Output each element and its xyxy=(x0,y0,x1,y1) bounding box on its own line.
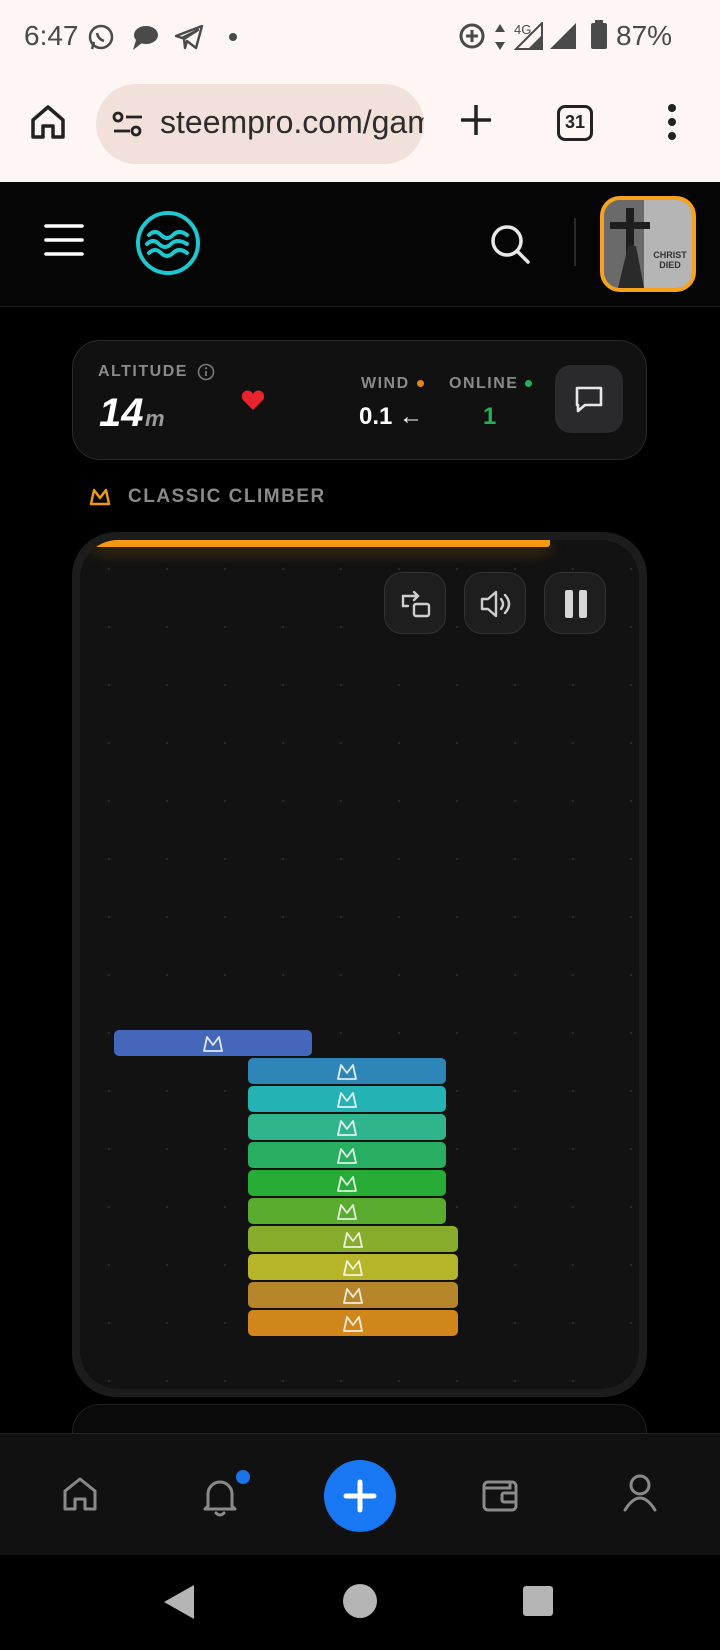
nav-home-icon[interactable] xyxy=(60,1474,100,1514)
whatsapp-icon xyxy=(88,24,114,50)
online-indicator-dot xyxy=(525,380,533,388)
status-bar: 6:47 4G 87% xyxy=(0,0,720,72)
game-board[interactable] xyxy=(72,532,647,1397)
home-circle-icon[interactable] xyxy=(342,1583,378,1619)
online-label: ONLINE xyxy=(449,375,519,392)
mountain-icon xyxy=(337,1064,357,1080)
chat-button[interactable] xyxy=(555,365,623,433)
mountain-icon xyxy=(337,1204,357,1220)
more-options-icon[interactable] xyxy=(662,102,682,142)
game-mode-title: CLASSIC CLIMBER xyxy=(128,486,326,507)
online-value: 1 xyxy=(483,403,497,430)
data-arrows-icon xyxy=(495,24,505,50)
header-divider xyxy=(574,218,576,266)
altitude-unit: m xyxy=(145,406,165,431)
menu-icon[interactable] xyxy=(44,222,84,258)
wind-indicator-dot xyxy=(416,380,424,388)
altitude-progress-bar xyxy=(94,540,550,547)
home-icon[interactable] xyxy=(28,102,68,142)
tune-icon[interactable] xyxy=(112,110,144,138)
altitude-value: 14 xyxy=(99,391,144,435)
stack-block xyxy=(248,1114,446,1140)
status-time: 6:47 xyxy=(24,20,79,51)
volume-icon xyxy=(480,590,511,618)
online-label-wrap: ONLINE xyxy=(449,375,533,393)
wind-value: 0.1 ← xyxy=(359,403,424,430)
stack-block xyxy=(248,1282,458,1308)
wallet-icon[interactable] xyxy=(480,1474,520,1514)
pause-icon xyxy=(565,590,587,618)
browser-toolbar: steempro.com/games/climber 31 xyxy=(0,72,720,182)
stack-block xyxy=(248,1170,446,1196)
mountain-icon xyxy=(89,488,111,506)
telegram-icon xyxy=(174,24,204,50)
avatar[interactable]: CHRIST DIED xyxy=(600,196,696,292)
url-bar[interactable]: steempro.com/games/climber xyxy=(96,84,424,164)
stack-block xyxy=(248,1254,458,1280)
stats-card: ALTITUDE 14 m WIND 0.1 ← ONLINE 1 xyxy=(72,340,647,460)
user-icon[interactable] xyxy=(620,1472,660,1514)
mountain-icon xyxy=(337,1092,357,1108)
data-saver-icon xyxy=(459,23,485,49)
pause-button[interactable] xyxy=(544,572,606,634)
stack-block xyxy=(248,1226,458,1252)
chat-icon xyxy=(575,386,603,413)
bell-icon[interactable] xyxy=(200,1474,240,1518)
wind-label-wrap: WIND xyxy=(361,375,424,393)
signal-icon-2 xyxy=(550,23,576,49)
plus-icon xyxy=(343,1479,377,1513)
mountain-icon xyxy=(337,1120,357,1136)
altitude-label: ALTITUDE xyxy=(98,363,188,380)
stack-block xyxy=(248,1198,446,1224)
wave-logo-icon[interactable] xyxy=(135,210,201,276)
mountain-icon xyxy=(343,1260,363,1276)
signal-icon-1 xyxy=(514,22,543,50)
url-text: steempro.com/games/climber xyxy=(160,104,424,140)
stack-block xyxy=(248,1058,446,1084)
mountain-icon xyxy=(343,1232,363,1248)
mountain-icon xyxy=(337,1148,357,1164)
volume-button[interactable] xyxy=(464,572,526,634)
chat-bubbles-icon xyxy=(133,26,158,50)
tab-switcher-button[interactable]: 31 xyxy=(557,105,593,141)
swap-button[interactable] xyxy=(384,572,446,634)
new-tab-icon[interactable] xyxy=(458,102,494,138)
stack-block xyxy=(114,1030,312,1056)
system-navigation-bar xyxy=(0,1555,720,1650)
more-notifications-dot xyxy=(229,33,237,41)
mountain-icon xyxy=(343,1316,363,1332)
create-post-button[interactable] xyxy=(324,1460,396,1532)
swap-icon xyxy=(401,590,431,618)
info-icon[interactable] xyxy=(197,363,215,381)
avatar-caption: CHRIST DIED xyxy=(653,250,687,270)
notification-badge xyxy=(236,1470,250,1484)
back-icon[interactable] xyxy=(162,1583,196,1621)
stack-block xyxy=(248,1142,446,1168)
bottom-navigation xyxy=(0,1433,720,1555)
stack-block xyxy=(248,1310,458,1336)
app-header: CHRIST DIED xyxy=(0,182,720,307)
recents-icon[interactable] xyxy=(522,1585,554,1617)
battery-percent: 87% xyxy=(616,20,673,51)
heart-icon xyxy=(241,390,265,410)
mountain-icon xyxy=(343,1288,363,1304)
mountain-icon xyxy=(203,1036,223,1052)
stack-block xyxy=(248,1086,446,1112)
avatar-image xyxy=(604,200,692,288)
mountain-icon xyxy=(337,1176,357,1192)
game-canvas[interactable] xyxy=(80,540,639,1389)
wind-label: WIND xyxy=(361,375,410,392)
battery-icon xyxy=(591,20,607,49)
search-icon[interactable] xyxy=(488,222,532,266)
